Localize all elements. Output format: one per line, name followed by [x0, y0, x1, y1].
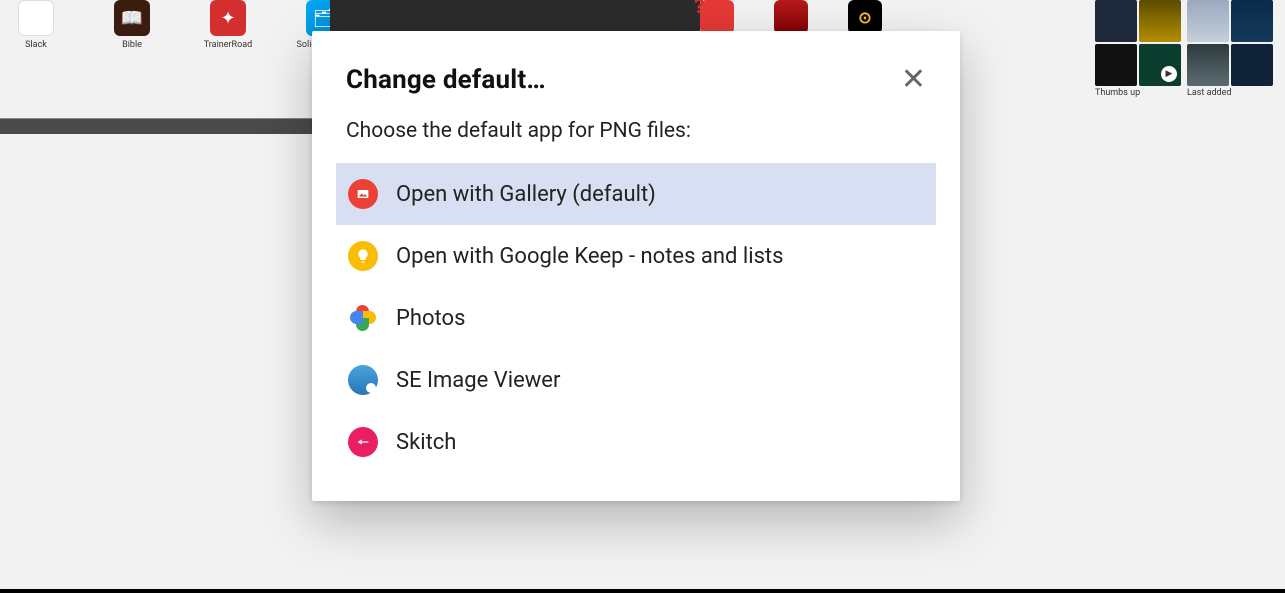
app-label: TrainerRoad — [200, 40, 256, 50]
game-icon-fighter[interactable] — [774, 0, 808, 34]
album-tile — [1231, 0, 1273, 42]
album-tile — [1187, 0, 1229, 42]
close-icon[interactable]: ✕ — [901, 65, 926, 95]
dialog-title: Change default… — [346, 65, 546, 95]
option-se-image-viewer[interactable]: SE Image Viewer — [336, 349, 936, 411]
desktop-app-slack[interactable]: ✱ Slack — [8, 0, 64, 50]
change-default-dialog: Change default… ✕ Choose the default app… — [312, 31, 960, 501]
dialog-subtitle: Choose the default app for PNG files: — [312, 105, 960, 163]
desktop-app-row: ✱ Slack 📖 Bible ✦ TrainerRoad 🗂 Solid Ex… — [0, 0, 360, 50]
bible-icon: 📖 — [114, 0, 150, 36]
app-option-list: Open with Gallery (default) Open with Go… — [312, 163, 960, 473]
desktop-app-bible[interactable]: 📖 Bible — [104, 0, 160, 50]
gallery-icon — [348, 179, 378, 209]
album-thumbnails: ▶ Thumbs up Last added — [1095, 0, 1285, 98]
app-label: Bible — [104, 40, 160, 50]
album-tile — [1231, 44, 1273, 86]
screenshot-bottom-border — [0, 589, 1285, 593]
trainerroad-icon: ✦ — [210, 0, 246, 36]
play-icon: ▶ — [1161, 66, 1177, 82]
background-sliver — [0, 118, 330, 134]
album-tile — [1095, 44, 1137, 86]
album-tile — [1187, 44, 1229, 86]
option-label: SE Image Viewer — [396, 368, 560, 393]
option-label: Open with Gallery (default) — [396, 182, 656, 207]
option-label: Skitch — [396, 430, 456, 455]
se-image-viewer-icon — [348, 365, 378, 395]
background-dark-strip — [330, 0, 700, 31]
option-label: Photos — [396, 306, 465, 331]
photos-icon — [348, 303, 378, 333]
option-skitch[interactable]: Skitch — [336, 411, 936, 473]
keep-icon — [348, 241, 378, 271]
option-google-keep[interactable]: Open with Google Keep - notes and lists — [336, 225, 936, 287]
option-label: Open with Google Keep - notes and lists — [396, 244, 783, 269]
slack-icon: ✱ — [18, 0, 54, 36]
album-tile — [1139, 0, 1181, 42]
game-icon-red[interactable]: ? — [700, 0, 734, 34]
desktop-app-trainerroad[interactable]: ✦ TrainerRoad — [200, 0, 256, 50]
album-tile: ▶ — [1139, 44, 1181, 86]
album-last-added[interactable]: Last added — [1187, 0, 1273, 98]
app-label: Slack — [8, 40, 64, 50]
background-game-icons: ? ⊙ — [700, 0, 882, 34]
album-tile — [1095, 0, 1137, 42]
album-caption: Last added — [1187, 88, 1273, 98]
option-photos[interactable]: Photos — [336, 287, 936, 349]
game-icon-mk[interactable]: ⊙ — [848, 0, 882, 34]
album-thumbs-up[interactable]: ▶ Thumbs up — [1095, 0, 1181, 98]
album-caption: Thumbs up — [1095, 88, 1181, 98]
option-gallery[interactable]: Open with Gallery (default) — [336, 163, 936, 225]
skitch-icon — [348, 427, 378, 457]
